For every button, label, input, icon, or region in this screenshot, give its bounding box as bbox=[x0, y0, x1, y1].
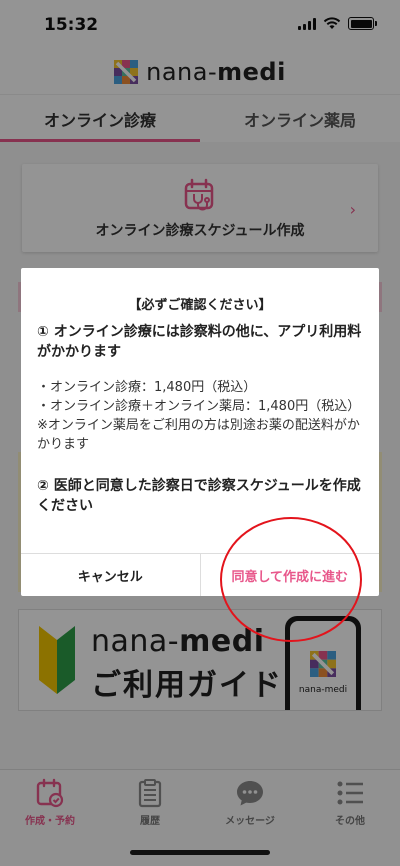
home-indicator bbox=[130, 850, 270, 855]
app-screen: 15:32 nana-medi オンライン診療 オンライン薬局 オンライン診療ス… bbox=[0, 0, 400, 866]
notice-fee-line: ※オンライン薬局をご利用の方は別途お薬の配送料がかかります bbox=[37, 418, 360, 452]
notice-fee-line: ・オンライン診療＋オンライン薬局：1,480円（税込） bbox=[37, 399, 361, 414]
dialog-title: 【必ずご確認ください】 bbox=[128, 298, 272, 313]
annotation-highlight-circle bbox=[220, 517, 362, 642]
notice-fee-heading: ① オンライン診療には診察料の他に、アプリ利用料がかかります bbox=[37, 324, 362, 360]
notice-fee-line: ・オンライン診療：1,480円（税込） bbox=[37, 380, 257, 395]
notice-schedule-heading: ② 医師と同意した診察日で診察スケジュールを作成ください bbox=[37, 478, 361, 514]
dialog-body: ① オンライン診療には診察料の他に、アプリ利用料がかかります ・オンライン診療：… bbox=[37, 322, 367, 516]
notice-fee-list: ・オンライン診療：1,480円（税込） ・オンライン診療＋オンライン薬局：1,4… bbox=[37, 378, 367, 454]
cancel-button[interactable]: キャンセル bbox=[21, 554, 201, 596]
